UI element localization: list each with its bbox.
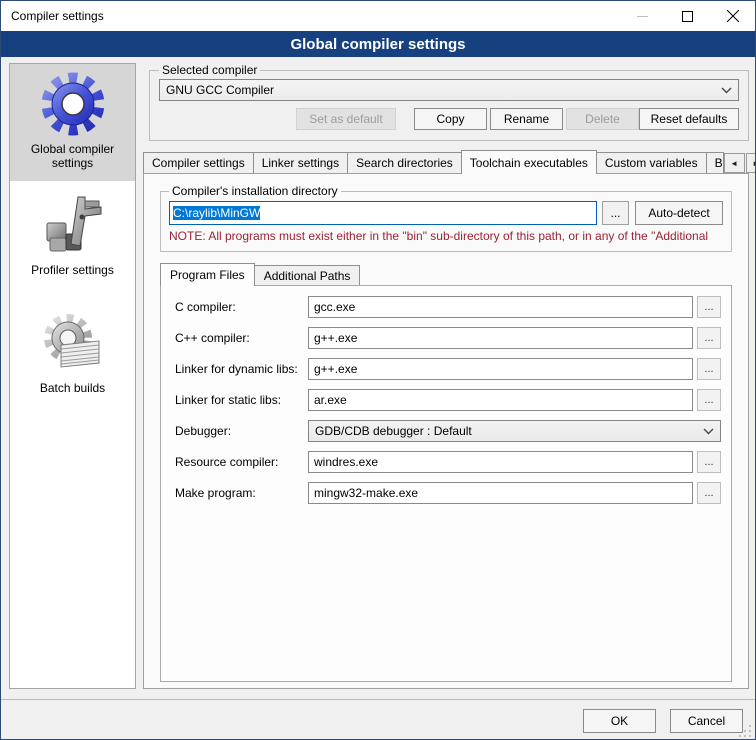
tab-toolchain-executables[interactable]: Toolchain executables xyxy=(461,150,597,174)
chevron-down-icon xyxy=(703,428,714,435)
caption-buttons xyxy=(620,1,755,31)
tab-scroll-left-button[interactable]: ◄ xyxy=(724,153,745,173)
c-compiler-input[interactable] xyxy=(308,296,693,318)
dynamic-linker-label: Linker for dynamic libs: xyxy=(175,362,308,376)
note-text: NOTE: All programs must exist either in … xyxy=(169,229,723,243)
arrow-right-icon: ► xyxy=(752,159,756,168)
resource-compiler-browse-button[interactable]: ... xyxy=(697,451,721,473)
dialog-banner: Global compiler settings xyxy=(1,31,755,57)
c-compiler-browse-button[interactable]: ... xyxy=(697,296,721,318)
resize-grip[interactable] xyxy=(739,725,752,738)
c-compiler-row: C compiler: ... xyxy=(175,296,721,318)
tab-custom-variables[interactable]: Custom variables xyxy=(596,152,707,173)
banner-title: Global compiler settings xyxy=(290,36,465,53)
installation-directory-row: C:\raylib\MinGW ... Auto-detect xyxy=(169,201,723,225)
selected-compiler-legend: Selected compiler xyxy=(159,63,260,77)
resource-compiler-row: Resource compiler: ... xyxy=(175,451,721,473)
reset-defaults-button[interactable]: Reset defaults xyxy=(639,108,739,130)
compiler-select-value: GNU GCC Compiler xyxy=(166,83,721,97)
cpp-compiler-label: C++ compiler: xyxy=(175,331,308,345)
make-program-browse-button[interactable]: ... xyxy=(697,482,721,504)
installation-directory-input[interactable]: C:\raylib\MinGW xyxy=(169,201,597,225)
installation-directory-group: Compiler's installation directory C:\ray… xyxy=(160,184,732,252)
static-linker-input[interactable] xyxy=(308,389,693,411)
compiler-select[interactable]: GNU GCC Compiler xyxy=(159,79,739,101)
resource-compiler-label: Resource compiler: xyxy=(175,455,308,469)
footer-divider xyxy=(1,699,755,700)
copy-button[interactable]: Copy xyxy=(414,108,487,130)
static-linker-label: Linker for static libs: xyxy=(175,393,308,407)
sidebar-item-profiler-settings[interactable]: Profiler settings xyxy=(10,185,135,287)
tab-linker-settings[interactable]: Linker settings xyxy=(253,152,348,173)
dynamic-linker-browse-button[interactable]: ... xyxy=(697,358,721,380)
compiler-buttons-row: Set as default Copy Rename Delete Reset … xyxy=(159,108,739,130)
debugger-label: Debugger: xyxy=(175,424,308,438)
cpp-compiler-browse-button[interactable]: ... xyxy=(697,327,721,349)
cancel-button[interactable]: Cancel xyxy=(670,709,743,733)
main-panel: Selected compiler GNU GCC Compiler Set a… xyxy=(143,63,749,689)
tab-search-directories[interactable]: Search directories xyxy=(347,152,462,173)
debugger-select[interactable]: GDB/CDB debugger : Default xyxy=(308,420,721,442)
sidebar-item-global-compiler-settings[interactable]: Global compiler settings xyxy=(10,64,135,181)
delete-button: Delete xyxy=(566,108,639,130)
chevron-down-icon xyxy=(721,87,732,94)
sub-tab-strip: Program Files Additional Paths xyxy=(160,262,732,285)
minimize-icon xyxy=(637,11,648,22)
make-program-label: Make program: xyxy=(175,486,308,500)
settings-sidebar: Global compiler settings Profil xyxy=(9,63,136,689)
c-compiler-label: C compiler: xyxy=(175,300,308,314)
minimize-button xyxy=(620,1,665,31)
cpp-compiler-input[interactable] xyxy=(308,327,693,349)
maximize-button[interactable] xyxy=(665,1,710,31)
program-files-page: C compiler: ... C++ compiler: ... Linker xyxy=(160,285,732,682)
tab-scroll-buttons: ◄ ► xyxy=(723,153,756,173)
sidebar-item-batch-builds[interactable]: Batch builds xyxy=(10,303,135,405)
tab-program-files[interactable]: Program Files xyxy=(160,263,255,286)
make-program-input[interactable] xyxy=(308,482,693,504)
settings-notebook: Compiler settings Linker settings Search… xyxy=(143,149,749,689)
ok-button[interactable]: OK xyxy=(583,709,656,733)
make-program-row: Make program: ... xyxy=(175,482,721,504)
sidebar-item-label: Batch builds xyxy=(40,381,105,395)
compiler-settings-dialog: Compiler settings Global compiler settin… xyxy=(0,0,756,740)
installation-directory-legend: Compiler's installation directory xyxy=(169,184,341,198)
toolchain-executables-page: Compiler's installation directory C:\ray… xyxy=(143,173,749,689)
window-title: Compiler settings xyxy=(1,9,104,23)
sidebar-item-label: Profiler settings xyxy=(31,263,114,277)
footer: OK Cancel xyxy=(1,709,755,733)
cpp-compiler-row: C++ compiler: ... xyxy=(175,327,721,349)
installation-directory-browse-button[interactable]: ... xyxy=(602,201,629,225)
static-linker-row: Linker for static libs: ... xyxy=(175,389,721,411)
static-linker-browse-button[interactable]: ... xyxy=(697,389,721,411)
programs-notebook: Program Files Additional Paths C compile… xyxy=(160,262,732,682)
selected-compiler-group: Selected compiler GNU GCC Compiler Set a… xyxy=(149,63,749,141)
resource-compiler-input[interactable] xyxy=(308,451,693,473)
tab-strip: Compiler settings Linker settings Search… xyxy=(143,149,749,173)
set-as-default-button: Set as default xyxy=(296,108,396,130)
close-icon xyxy=(727,10,739,22)
debugger-row: Debugger: GDB/CDB debugger : Default xyxy=(175,420,721,442)
tab-build-options[interactable]: Build xyxy=(706,152,724,173)
auto-detect-button[interactable]: Auto-detect xyxy=(635,201,723,225)
dynamic-linker-input[interactable] xyxy=(308,358,693,380)
debugger-select-value: GDB/CDB debugger : Default xyxy=(315,424,703,438)
arrow-left-icon: ◄ xyxy=(730,159,738,168)
rename-button[interactable]: Rename xyxy=(490,108,563,130)
dialog-body: Global compiler settings Profil xyxy=(1,57,755,740)
titlebar: Compiler settings xyxy=(1,1,755,31)
close-button[interactable] xyxy=(710,1,755,31)
dynamic-linker-row: Linker for dynamic libs: ... xyxy=(175,358,721,380)
gear-stack-icon xyxy=(41,311,105,375)
maximize-icon xyxy=(682,11,693,22)
tab-compiler-settings[interactable]: Compiler settings xyxy=(143,152,254,173)
tab-additional-paths[interactable]: Additional Paths xyxy=(254,265,361,285)
sidebar-item-label: Global compiler settings xyxy=(14,142,131,171)
tab-scroll-right-button[interactable]: ► xyxy=(746,153,756,173)
blue-gear-icon xyxy=(41,72,105,136)
caliper-icon xyxy=(41,193,105,257)
installation-directory-value: C:\raylib\MinGW xyxy=(173,206,260,220)
